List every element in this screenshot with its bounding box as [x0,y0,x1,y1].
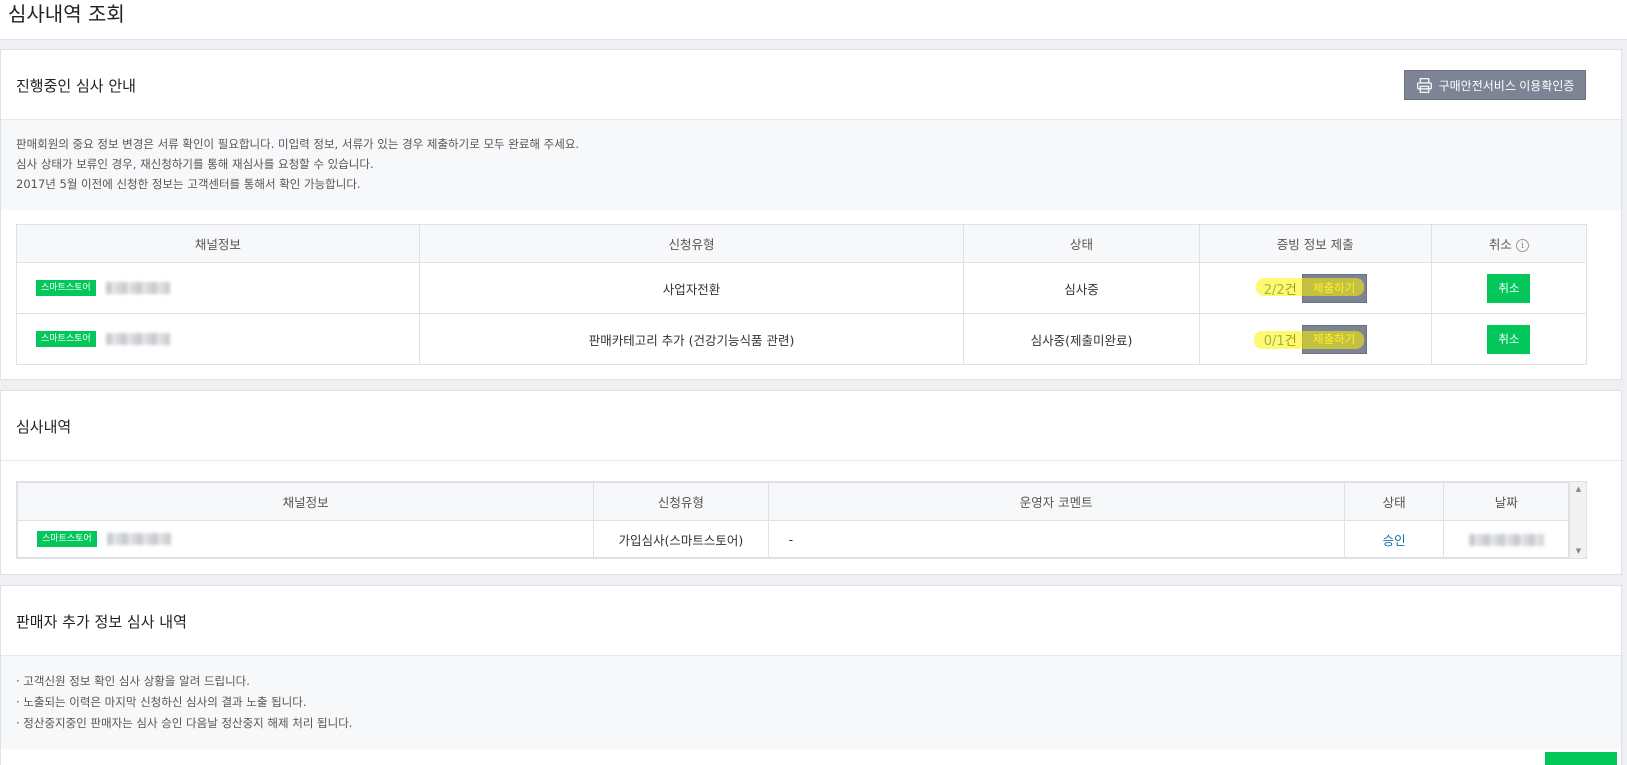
evidence-count: 2/2건 [1263,282,1297,298]
bullet-line: · 정산중지중인 판매자는 심사 승인 다음날 정산중지 해제 처리 됩니다. [16,716,353,730]
smartstore-badge: 스마트스토어 [36,331,96,348]
blurred-store-name [106,533,171,546]
review-status: 심사중(제출미완료) [963,313,1200,365]
submit-button[interactable]: 제출하기 [1301,273,1367,303]
channel-cell: 스마트스토어 [16,313,420,365]
channel-cell: 스마트스토어 [16,520,595,558]
status-approved: 승인 [1382,532,1406,548]
info-icon[interactable]: i [1515,239,1529,252]
col-comment: 운영자 코멘트 [767,482,1345,521]
bullet-line: · 고객신원 정보 확인 심사 상황을 알려 드립니다. [16,674,250,688]
action-button[interactable] [1545,752,1617,765]
col-cancel: 취소 i [1430,224,1588,263]
smartstore-badge: 스마트스토어 [37,531,97,548]
col-cancel-label: 취소 [1488,237,1512,252]
cancel-cell: 취소 [1430,262,1588,314]
panel-header: 판매자 추가 정보 심사 내역 [1,586,1621,656]
cancel-cell: 취소 [1430,313,1588,365]
seller-extra-title: 판매자 추가 정보 심사 내역 [16,613,187,631]
seller-extra-bullets: · 고객신원 정보 확인 심사 상황을 알려 드립니다. · 노출되는 이력은 … [1,656,1621,749]
bullet-line: · 노출되는 이력은 마지막 신청하신 심사의 결과 노출 됩니다. [16,695,307,709]
printer-icon [1416,77,1432,93]
blurred-date [1468,534,1544,546]
notice-line: 판매회원의 중요 정보 변경은 서류 확인이 필요합니다. 미입력 정보, 서류… [16,137,580,151]
col-evidence: 증빙 정보 제출 [1198,224,1432,263]
col-type: 신청유형 [593,482,769,521]
ongoing-notice: 판매회원의 중요 정보 변경은 서류 확인이 필요합니다. 미입력 정보, 서류… [1,120,1621,210]
scroll-down-icon[interactable]: ▼ [1570,544,1587,558]
request-type: 판매카테고리 추가 (건강기능식품 관련) [418,313,965,365]
table-row: 스마트스토어 사업자전환 심사중 2/2건 제출하기 취소 [16,262,1588,314]
title-bar [0,0,1627,40]
table-row: 스마트스토어 가입심사(스마트스토어) - 승인 [16,520,1569,558]
table-scrollbar[interactable]: ▲ ▼ [1569,482,1586,558]
ongoing-review-panel: 진행중인 심사 안내 구매안전서비스 이용확인증 판매회원의 중요 정보 변경은… [0,49,1622,380]
evidence-cell: 2/2건 제출하기 [1198,262,1432,314]
smartstore-badge: 스마트스토어 [36,280,96,297]
scroll-up-icon[interactable]: ▲ [1570,482,1587,496]
col-date: 날짜 [1443,482,1569,521]
purchase-safety-cert-button[interactable]: 구매안전서비스 이용확인증 [1404,70,1586,100]
channel-cell: 스마트스토어 [16,262,420,314]
notice-line: 심사 상태가 보류인 경우, 재신청하기를 통해 재심사를 요청할 수 있습니다… [16,157,374,171]
blurred-store-name [105,333,170,346]
date-cell [1443,520,1569,558]
blurred-store-name [105,282,170,295]
operator-comment: - [767,520,1345,558]
seller-extra-panel: 판매자 추가 정보 심사 내역 · 고객신원 정보 확인 심사 상황을 알려 드… [0,585,1622,765]
col-channel: 채널정보 [16,482,595,521]
review-history-panel: 심사내역 채널정보 신청유형 운영자 코멘트 상태 날짜 스마트스토어 가입심사… [0,390,1622,575]
request-type: 사업자전환 [418,262,965,314]
table-row: 스마트스토어 판매카테고리 추가 (건강기능식품 관련) 심사중(제출미완료) … [16,313,1588,365]
col-status: 상태 [963,224,1200,263]
cancel-button[interactable]: 취소 [1487,273,1531,303]
col-type: 신청유형 [418,224,965,263]
page-title: 심사내역 조회 [8,2,125,26]
evidence-count: 0/1건 [1263,333,1297,349]
print-button-label: 구매안전서비스 이용확인증 [1438,78,1575,93]
panel-header: 심사내역 [1,391,1621,461]
cancel-button[interactable]: 취소 [1487,324,1531,354]
evidence-cell: 0/1건 제출하기 [1198,313,1432,365]
submit-button[interactable]: 제출하기 [1301,324,1367,354]
ongoing-review-table: 채널정보 신청유형 상태 증빙 정보 제출 취소 i 스마트스토어 사업자전환 심… [16,224,1588,365]
notice-line: 2017년 5월 이전에 신청한 정보는 고객센터를 통해서 확인 가능합니다. [16,177,361,191]
panel-header: 진행중인 심사 안내 구매안전서비스 이용확인증 [1,50,1621,120]
review-status: 승인 [1343,520,1445,558]
request-type: 가입심사(스마트스토어) [593,520,769,558]
col-channel: 채널정보 [16,224,420,263]
review-history-table: 채널정보 신청유형 운영자 코멘트 상태 날짜 스마트스토어 가입심사(스마트스… [16,482,1569,558]
review-status: 심사중 [963,262,1200,314]
ongoing-review-title: 진행중인 심사 안내 [16,77,136,95]
review-history-title: 심사내역 [16,418,72,436]
col-status: 상태 [1343,482,1445,521]
